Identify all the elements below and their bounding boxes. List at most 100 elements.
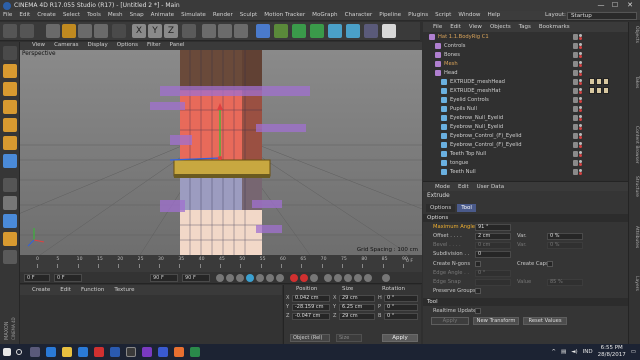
render-visibility-dot-icon[interactable] [579, 172, 582, 175]
object-menu-file[interactable]: File [433, 24, 442, 30]
next-frame-icon[interactable] [256, 274, 264, 282]
right-tab-structure[interactable]: Structure [631, 176, 639, 197]
layer-visibility-icon[interactable] [573, 52, 578, 58]
language-indicator[interactable]: IND [583, 349, 593, 355]
scale-tool-icon[interactable] [78, 24, 92, 38]
photoshop-icon[interactable] [110, 347, 120, 357]
apply-button[interactable]: Apply [382, 334, 418, 342]
render-visibility-dot-icon[interactable] [579, 82, 582, 85]
layer-visibility-icon[interactable] [573, 133, 578, 139]
rotate-tool-icon[interactable] [94, 24, 108, 38]
cinema4d-task-icon[interactable] [126, 347, 136, 357]
object-row[interactable]: Eyebrow_Null_Eyelid [423, 114, 628, 123]
material-tag-icon[interactable] [589, 87, 595, 94]
material-menu-create[interactable]: Create [32, 287, 50, 293]
subdivision-field[interactable]: 0 [475, 251, 511, 258]
right-tab-takes[interactable]: Takes [631, 76, 639, 88]
reset-values-button[interactable]: Reset Values [523, 317, 567, 325]
scale-key-icon[interactable] [334, 274, 342, 282]
menu-tools[interactable]: Tools [87, 12, 101, 18]
menu-file[interactable]: File [3, 12, 12, 18]
file-explorer-icon[interactable] [62, 347, 72, 357]
light-icon[interactable] [382, 24, 396, 38]
maximum-angle-field[interactable]: 91 ° [475, 224, 511, 231]
layer-visibility-icon[interactable] [573, 43, 578, 49]
render-visibility-dot-icon[interactable] [579, 64, 582, 67]
bevel-var-field[interactable]: 0 % [547, 242, 583, 249]
record-icon[interactable] [290, 274, 298, 282]
material-menu-edit[interactable]: Edit [60, 287, 71, 293]
render-visibility-dot-icon[interactable] [579, 109, 582, 112]
menu-create[interactable]: Create [37, 12, 56, 18]
camera-icon[interactable] [364, 24, 378, 38]
previous-frame-icon[interactable] [236, 274, 244, 282]
coordinate-mode-select[interactable]: Object (Rel) [290, 334, 330, 342]
timeline-menu-icon[interactable] [382, 274, 390, 282]
render-visibility-dot-icon[interactable] [579, 154, 582, 157]
object-row[interactable]: Bones [423, 51, 628, 60]
enable-axis-icon[interactable] [3, 178, 17, 192]
close-button[interactable]: ✕ [623, 1, 637, 10]
illustrator-icon[interactable] [174, 347, 184, 357]
render-visibility-dot-icon[interactable] [579, 73, 582, 76]
viewport-menu-options[interactable]: Options [117, 42, 138, 48]
object-menu-tags[interactable]: Tags [519, 24, 531, 30]
menu-simulate[interactable]: Simulate [181, 12, 206, 18]
cube-icon[interactable] [256, 24, 270, 38]
size-x-field[interactable]: 29 cm [339, 295, 375, 302]
layer-visibility-icon[interactable] [573, 34, 578, 40]
start-icon[interactable] [3, 348, 11, 356]
menu-script[interactable]: Script [435, 12, 451, 18]
tool-apply-button[interactable]: Apply [431, 317, 469, 325]
material-tag-icon[interactable] [596, 78, 602, 85]
object-row[interactable]: EXTRUDE_meshHead [423, 78, 628, 87]
rotation-p-field[interactable]: 0 ° [384, 304, 418, 311]
render-visibility-dot-icon[interactable] [579, 55, 582, 58]
snapping-icon[interactable] [3, 214, 17, 228]
render-visibility-dot-icon[interactable] [579, 145, 582, 148]
object-row[interactable]: Hat 1.1.BodyRig C1 [423, 33, 628, 42]
viewport-menu-display[interactable]: Display [88, 42, 108, 48]
render-visibility-dot-icon[interactable] [579, 136, 582, 139]
size-mode-select[interactable]: Size [336, 334, 362, 342]
rotation-key-icon[interactable] [344, 274, 352, 282]
attribute-menu-edit[interactable]: Edit [458, 184, 469, 190]
render-visibility-dot-icon[interactable] [579, 37, 582, 40]
attribute-menu-mode[interactable]: Mode [435, 184, 450, 190]
keyframe-selection-icon[interactable] [310, 274, 318, 282]
texture-mode-icon[interactable] [3, 82, 17, 96]
object-row[interactable]: Head [423, 69, 628, 78]
go-to-start-icon[interactable] [216, 274, 224, 282]
right-tab-content-browser[interactable]: Content Browser [631, 126, 639, 164]
position-y-field[interactable]: -28.159 cm [292, 304, 330, 311]
menu-mograph[interactable]: MoGraph [312, 12, 337, 18]
menu-render[interactable]: Render [213, 12, 233, 18]
timeline-ruler[interactable]: 0 5 10 15 20 25 30 35 40 45 50 55 60 65 70 75 80 85 90 0 F [20, 255, 422, 272]
object-menu-view[interactable]: View [469, 24, 482, 30]
attribute-menu-user-data[interactable]: User Data [477, 184, 504, 190]
object-row[interactable]: Eyebrow_Null_Eyelid [423, 123, 628, 132]
material-tag-icon[interactable] [603, 78, 609, 85]
layer-visibility-icon[interactable] [573, 124, 578, 130]
position-x-field[interactable]: 0.042 cm [292, 295, 330, 302]
menu-sculpt[interactable]: Sculpt [240, 12, 257, 18]
viewport-menu-view[interactable]: View [32, 42, 45, 48]
autokey-icon[interactable] [300, 274, 308, 282]
render-view-icon[interactable] [202, 24, 216, 38]
layer-visibility-icon[interactable] [573, 79, 578, 85]
points-mode-icon[interactable] [3, 118, 17, 132]
menu-animate[interactable]: Animate [151, 12, 174, 18]
layer-visibility-icon[interactable] [573, 142, 578, 148]
layer-visibility-icon[interactable] [573, 169, 578, 175]
current-frame-field[interactable]: 0 F [24, 274, 50, 282]
app-icon-red[interactable] [94, 347, 104, 357]
pen-spline-icon[interactable] [274, 24, 288, 38]
tab-options[interactable]: Options [426, 204, 456, 212]
notifications-icon[interactable]: ▭ [631, 349, 636, 355]
object-row[interactable]: tongue [423, 159, 628, 168]
y-axis-icon[interactable]: Y [148, 24, 162, 38]
menu-mesh[interactable]: Mesh [108, 12, 123, 18]
right-tab-layers[interactable]: Layers [631, 276, 639, 291]
menu-pipeline[interactable]: Pipeline [379, 12, 401, 18]
layer-visibility-icon[interactable] [573, 70, 578, 76]
